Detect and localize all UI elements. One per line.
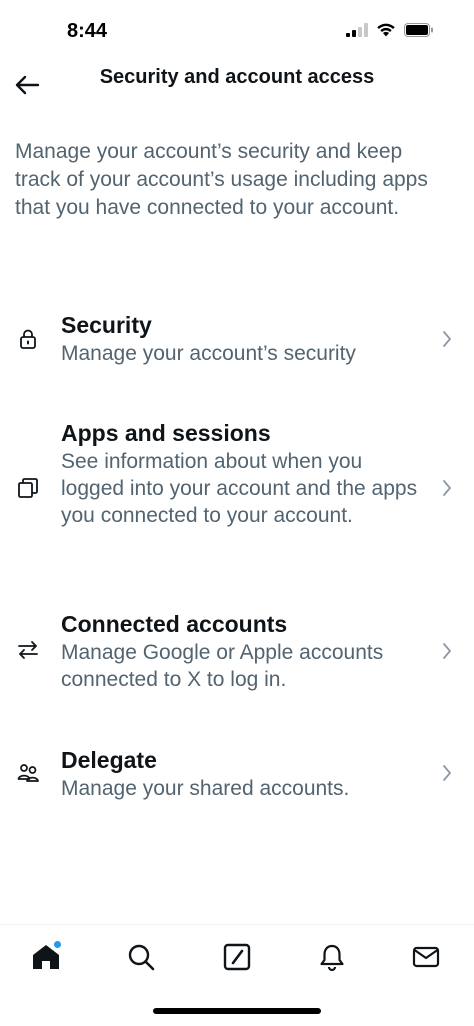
menu-item-text: Apps and sessions See information about … bbox=[61, 418, 431, 529]
notification-dot bbox=[54, 941, 61, 948]
tab-grok[interactable] bbox=[219, 939, 255, 975]
menu-item-connected-accounts[interactable]: Connected accounts Manage Google or Appl… bbox=[0, 605, 474, 695]
battery-icon bbox=[404, 22, 433, 37]
menu-item-description: Manage Google or Apple accounts connecte… bbox=[61, 641, 384, 691]
menu-item-title: Security bbox=[61, 312, 152, 338]
menu-item-delegate[interactable]: Delegate Manage your shared accounts. bbox=[0, 741, 474, 807]
menu-item-text: Connected accounts Manage Google or Appl… bbox=[61, 609, 431, 693]
chevron-right-icon bbox=[440, 478, 454, 498]
menu-item-title: Delegate bbox=[61, 747, 157, 773]
menu-item-text: Delegate Manage your shared accounts. bbox=[61, 745, 431, 802]
apps-icon bbox=[16, 476, 40, 500]
status-icons bbox=[346, 22, 434, 37]
wifi-icon bbox=[377, 23, 395, 37]
tab-messages[interactable] bbox=[408, 939, 444, 975]
tab-home[interactable] bbox=[28, 939, 64, 975]
status-bar: 8:44 bbox=[0, 0, 474, 60]
navigation-bar: Security and account access bbox=[0, 56, 474, 116]
home-indicator bbox=[153, 1008, 321, 1014]
tab-search[interactable] bbox=[123, 939, 159, 975]
page-title: Security and account access bbox=[99, 66, 375, 88]
grok-icon bbox=[223, 943, 251, 971]
menu-item-description: See information about when you logged in… bbox=[61, 450, 418, 527]
lock-icon bbox=[16, 327, 40, 351]
menu-item-apps-and-sessions[interactable]: Apps and sessions See information about … bbox=[0, 414, 474, 564]
menu-item-description: Manage your shared accounts. bbox=[61, 777, 350, 800]
search-icon bbox=[128, 944, 155, 971]
chevron-right-icon bbox=[440, 641, 454, 661]
menu-item-title: Connected accounts bbox=[61, 611, 288, 637]
tab-notifications[interactable] bbox=[314, 939, 350, 975]
intro-description: Manage your account’s security and keep … bbox=[15, 140, 428, 219]
chevron-right-icon bbox=[440, 763, 454, 783]
arrows-exchange-icon bbox=[16, 638, 40, 662]
menu-item-security[interactable]: Security Manage your account’s security bbox=[0, 306, 474, 384]
menu-item-text: Security Manage your account’s security bbox=[61, 310, 431, 367]
status-time: 8:44 bbox=[67, 20, 108, 42]
menu-item-description: Manage your account’s security bbox=[61, 342, 356, 365]
mail-icon bbox=[412, 946, 440, 968]
cellular-signal-icon bbox=[346, 22, 368, 37]
menu-item-title: Apps and sessions bbox=[61, 420, 271, 446]
chevron-right-icon bbox=[440, 329, 454, 349]
people-icon bbox=[16, 761, 40, 785]
bell-icon bbox=[320, 944, 344, 972]
